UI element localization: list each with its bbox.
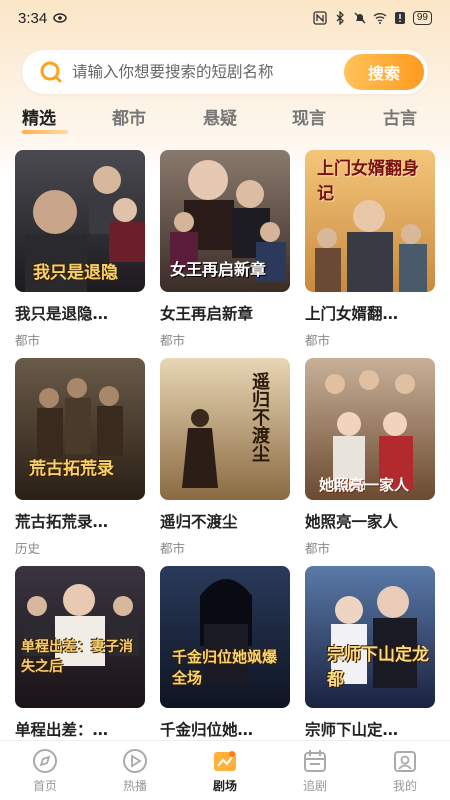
drama-genre: 都市 xyxy=(305,333,331,348)
nfc-icon xyxy=(313,11,327,25)
mute-icon xyxy=(354,12,366,24)
drama-genre: 都市 xyxy=(160,541,186,556)
drama-title: 宗师下山定… xyxy=(305,721,399,739)
profile-icon xyxy=(394,751,416,772)
drama-genre: 都市 xyxy=(15,333,41,348)
tab-active-indicator xyxy=(22,130,68,134)
drama-poster[interactable]: 荒古拓荒录 xyxy=(15,358,145,500)
drama-title: 上门女婿翻… xyxy=(305,305,399,323)
search-input[interactable] xyxy=(72,63,334,81)
poster-title: 遥归不渡尘 xyxy=(249,372,270,462)
poster-title: 我只是退隐 xyxy=(33,263,118,283)
calendar-icon xyxy=(304,750,326,772)
status-time: 3:34 xyxy=(18,9,48,27)
drama-title: 千金归位她… xyxy=(160,721,254,739)
drama-poster[interactable]: 单程出差：妻子消失之后 xyxy=(15,566,145,708)
poster-title: 她照亮一家人 xyxy=(319,476,410,494)
tab-mystery[interactable]: 悬疑 xyxy=(203,104,237,129)
drama-card[interactable]: 单程出差：妻子消失之后 单程出差：… xyxy=(15,566,145,740)
drama-poster[interactable]: 女王再启新章 xyxy=(160,150,290,292)
poster-title: 宗师下山定龙都 xyxy=(327,645,429,690)
poster-title: 女王再启新章 xyxy=(170,260,267,279)
status-bar: 3:34 99 xyxy=(0,0,450,36)
search-icon xyxy=(40,61,62,83)
drama-card[interactable]: 荒古拓荒录 荒古拓荒录… 历史 xyxy=(15,358,145,557)
tab-modern-romance[interactable]: 现言 xyxy=(292,104,326,129)
eye-icon xyxy=(53,13,67,23)
drama-title: 女王再启新章 xyxy=(160,305,254,323)
drama-title: 我只是退隐… xyxy=(15,305,109,323)
poster-title: 千金归位她飒爆全场 xyxy=(172,648,278,687)
bottom-nav: 首页 热播 剧场 追剧 我的 xyxy=(0,740,450,800)
drama-poster[interactable]: 她照亮一家人 xyxy=(305,358,435,500)
nav-label: 我的 xyxy=(392,779,417,793)
drama-title: 她照亮一家人 xyxy=(305,513,399,531)
drama-card[interactable]: 上门女婿翻身记 上门女婿翻… 都市 xyxy=(305,150,435,349)
search-button[interactable]: 搜索 xyxy=(344,54,424,90)
tab-featured[interactable]: 精选 xyxy=(22,104,56,129)
poster-title: 单程出差：妻子消失之后 xyxy=(21,639,133,675)
drama-poster[interactable]: 上门女婿翻身记 xyxy=(305,150,435,292)
battery-indicator: 99 xyxy=(412,11,432,25)
drama-card[interactable]: 遥归不渡尘 遥归不渡尘 都市 xyxy=(160,358,290,557)
category-tabs: 精选 都市 悬疑 现言 古言 xyxy=(0,104,450,134)
drama-poster[interactable]: 遥归不渡尘 xyxy=(160,358,290,500)
drama-genre: 历史 xyxy=(15,541,41,556)
theater-icon xyxy=(214,751,236,771)
compass-icon xyxy=(33,749,57,773)
poster-title: 荒古拓荒录 xyxy=(29,459,114,479)
drama-card[interactable]: 女王再启新章 女王再启新章 都市 xyxy=(160,150,290,349)
drama-title: 遥归不渡尘 xyxy=(160,513,238,531)
poster-title: 上门女婿翻身记 xyxy=(317,159,419,204)
drama-poster[interactable]: 千金归位她飒爆全场 xyxy=(160,566,290,708)
alert-icon xyxy=(394,12,405,24)
bluetooth-icon xyxy=(336,11,344,25)
drama-title: 单程出差：… xyxy=(15,721,109,739)
status-icons: 99 xyxy=(313,11,432,25)
tab-urban[interactable]: 都市 xyxy=(112,104,146,129)
nav-home[interactable]: 首页 xyxy=(0,741,90,800)
nav-hot[interactable]: 热播 xyxy=(90,741,180,800)
drama-card[interactable]: 她照亮一家人 她照亮一家人 都市 xyxy=(305,358,435,557)
wifi-icon xyxy=(373,13,387,24)
play-icon xyxy=(123,749,147,773)
nav-follow[interactable]: 追剧 xyxy=(270,741,360,800)
nav-label: 追剧 xyxy=(302,779,327,793)
nav-label: 热播 xyxy=(122,779,147,793)
search-bar[interactable]: 搜索 xyxy=(22,50,428,94)
drama-poster[interactable]: 宗师下山定龙都 xyxy=(305,566,435,708)
nav-label: 首页 xyxy=(32,779,57,793)
drama-genre: 都市 xyxy=(305,541,331,556)
tab-ancient-romance[interactable]: 古言 xyxy=(383,104,417,129)
nav-profile[interactable]: 我的 xyxy=(360,741,450,800)
nav-label: 剧场 xyxy=(212,779,237,793)
drama-card[interactable]: 我只是退隐 我只是退隐… 都市 xyxy=(15,150,145,349)
drama-genre: 都市 xyxy=(160,333,186,348)
drama-title: 荒古拓荒录… xyxy=(15,513,109,531)
drama-poster[interactable]: 我只是退隐 xyxy=(15,150,145,292)
drama-card[interactable]: 宗师下山定龙都 宗师下山定… xyxy=(305,566,435,740)
drama-card[interactable]: 千金归位她飒爆全场 千金归位她… xyxy=(160,566,290,740)
nav-theater[interactable]: 剧场 xyxy=(180,741,270,800)
